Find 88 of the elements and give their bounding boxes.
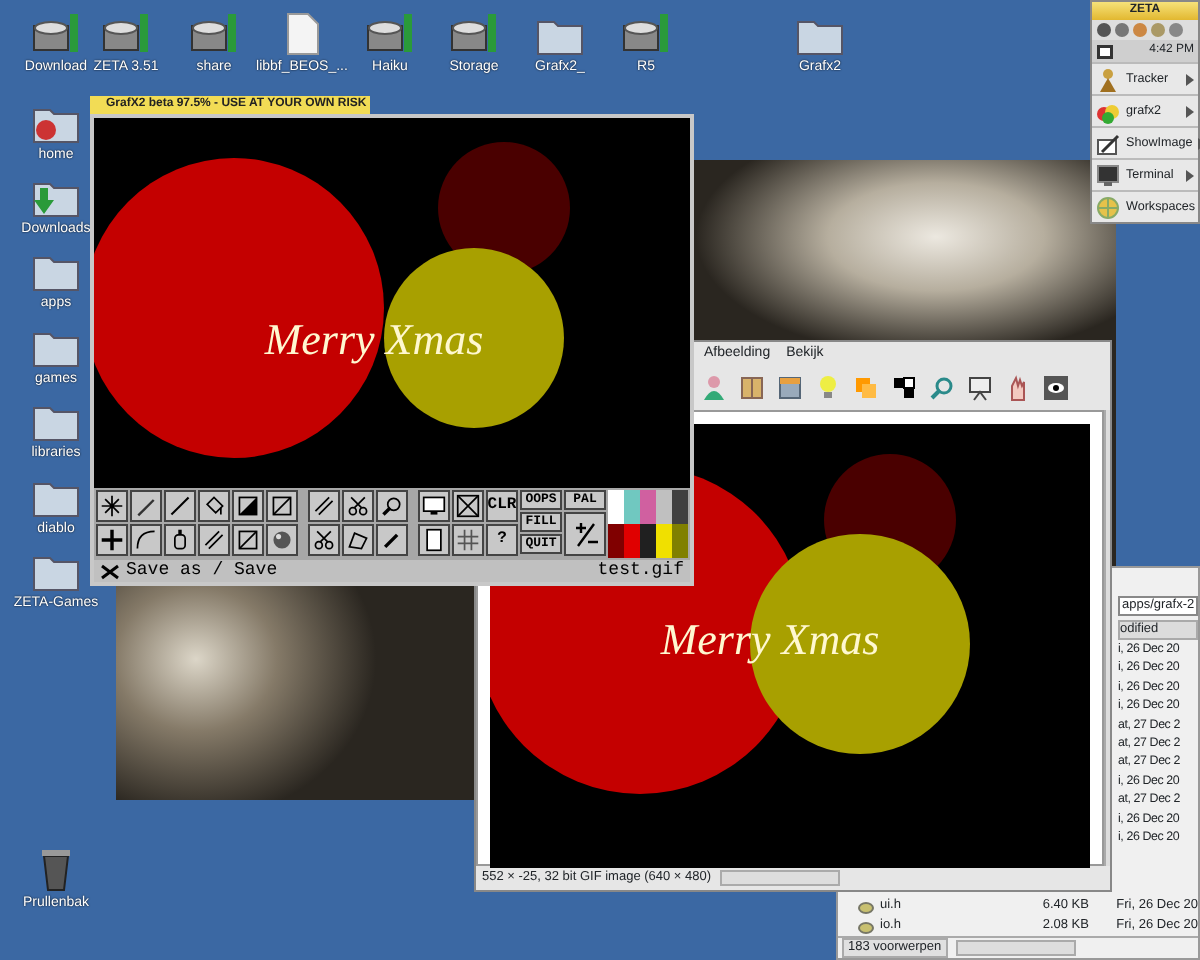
tool-button[interactable]	[266, 524, 298, 556]
scissors-icon	[346, 494, 370, 518]
scrollbar[interactable]	[1104, 410, 1110, 866]
palette-swatch[interactable]	[608, 524, 624, 558]
crossed-frame-icon	[456, 494, 480, 518]
filled-rectangle-icon	[236, 494, 260, 518]
tool-button[interactable]	[130, 524, 162, 556]
cross-icon[interactable]	[100, 563, 120, 579]
figure-icon	[1096, 67, 1120, 91]
polygon-icon	[346, 528, 370, 552]
caret-icon	[1186, 169, 1194, 181]
drive-icon[interactable]	[32, 12, 80, 56]
drive-icon[interactable]	[622, 12, 670, 56]
tool-button[interactable]	[266, 490, 298, 522]
sphere-icon	[270, 528, 294, 552]
tool-button[interactable]	[308, 490, 340, 522]
page-icon	[422, 528, 446, 552]
book-icon[interactable]	[738, 374, 766, 402]
easel-icon[interactable]	[966, 374, 994, 402]
tool-button[interactable]	[418, 524, 450, 556]
eye-icon[interactable]	[1042, 374, 1070, 402]
pen-icon	[1096, 131, 1120, 155]
tool-button[interactable]	[130, 490, 162, 522]
scrollbar[interactable]	[955, 940, 1076, 956]
line-icon	[168, 494, 192, 518]
tool-button[interactable]	[418, 490, 450, 522]
rectangle-icon	[236, 528, 260, 552]
globe-icon	[1096, 195, 1120, 219]
tool-button[interactable]	[564, 512, 606, 556]
tool-button[interactable]	[198, 524, 230, 556]
tool-button[interactable]	[376, 490, 408, 522]
tool-button[interactable]	[308, 524, 340, 556]
drive-icon[interactable]	[450, 12, 498, 56]
tool-button[interactable]: ?	[486, 524, 518, 556]
double-line-icon	[202, 528, 226, 552]
tool-button[interactable]	[342, 524, 374, 556]
bucket-icon	[202, 494, 226, 518]
tool-button[interactable]	[164, 490, 196, 522]
asterisk-icon	[100, 494, 124, 518]
move-icon	[100, 528, 124, 552]
caret-icon	[1186, 73, 1194, 85]
palette-swatch[interactable]	[640, 524, 656, 558]
palette-swatch[interactable]	[624, 524, 640, 558]
tool-button[interactable]	[452, 490, 484, 522]
grid-icon	[456, 528, 480, 552]
pen-icon	[134, 494, 158, 518]
palette-swatch[interactable]	[672, 524, 688, 558]
tool-button[interactable]	[452, 524, 484, 556]
rectangle-icon	[270, 494, 294, 518]
window-icon[interactable]	[1096, 43, 1114, 59]
tool-button[interactable]	[342, 490, 374, 522]
tool-button[interactable]	[232, 524, 264, 556]
palette-swatch[interactable]	[656, 490, 672, 524]
caret-icon	[1186, 105, 1194, 117]
status-text: Save as / Save	[126, 562, 278, 580]
drive-icon[interactable]	[366, 12, 414, 56]
spray-can-icon	[168, 528, 192, 552]
file-name: test.gif	[597, 562, 684, 580]
palette-swatch[interactable]	[656, 524, 672, 558]
monitor-icon	[1096, 163, 1120, 187]
magnifier-icon[interactable]	[928, 374, 956, 402]
picture-frame-icon[interactable]	[776, 374, 804, 402]
drive-icon[interactable]	[102, 12, 150, 56]
greeting-text: Merry Xmas	[264, 314, 484, 364]
scrollbar[interactable]	[719, 870, 840, 886]
dropper-icon	[380, 528, 404, 552]
tool-button[interactable]	[198, 490, 230, 522]
plus-minus-icon	[571, 520, 599, 548]
palette-swatch[interactable]	[608, 490, 624, 524]
paint-blobs-icon	[1096, 99, 1120, 123]
lightbulb-icon[interactable]	[814, 374, 842, 402]
magnifier-icon	[380, 494, 404, 518]
curve-icon	[134, 528, 158, 552]
small-circle	[438, 142, 570, 274]
tool-button[interactable]	[376, 524, 408, 556]
tool-button[interactable]: CLR	[486, 490, 518, 522]
monitor-icon	[422, 494, 446, 518]
palette-swatch[interactable]	[640, 490, 656, 524]
tool-button[interactable]	[164, 524, 196, 556]
checkerboard-icon[interactable]	[890, 374, 918, 402]
palette-swatch[interactable]	[672, 490, 688, 524]
drive-icon[interactable]	[190, 12, 238, 56]
palette-swatch[interactable]	[624, 490, 640, 524]
double-line-icon	[312, 494, 336, 518]
tool-button[interactable]	[96, 490, 128, 522]
scissors-icon	[312, 528, 336, 552]
tool-button[interactable]	[96, 524, 128, 556]
tool-button[interactable]	[232, 490, 264, 522]
